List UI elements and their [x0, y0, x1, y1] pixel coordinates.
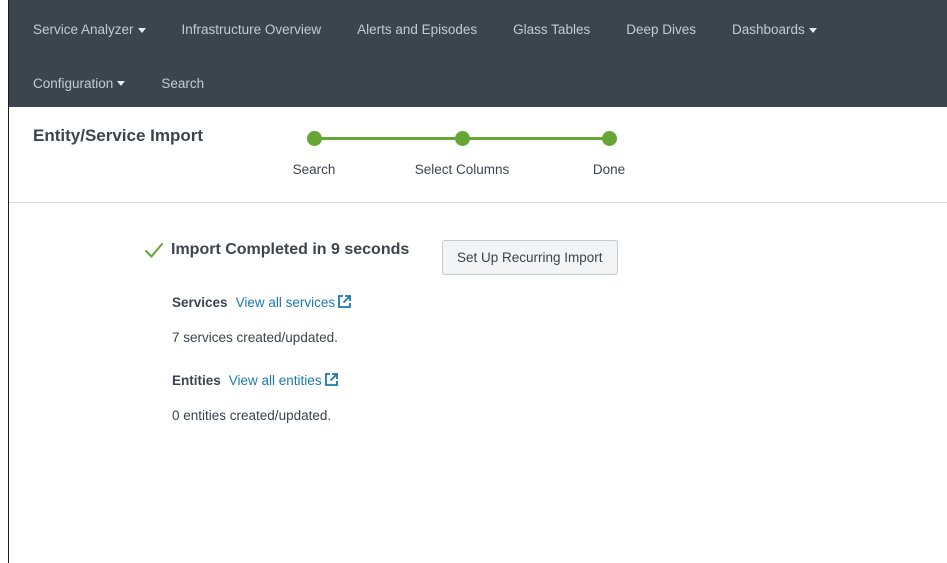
nav-alerts-and-episodes[interactable]: Alerts and Episodes [339, 23, 495, 37]
step-connector [314, 137, 462, 140]
external-link-icon [324, 372, 338, 386]
entities-summary: 0 entities created/updated. [172, 408, 332, 423]
set-up-recurring-import-button[interactable]: Set Up Recurring Import [442, 240, 618, 275]
import-result-panel: Import Completed in 9 seconds Set Up Rec… [9, 203, 947, 563]
nav-label: Deep Dives [626, 22, 696, 38]
nav-label: Infrastructure Overview [181, 22, 322, 38]
step-dot-complete [602, 131, 617, 146]
nav-glass-tables[interactable]: Glass Tables [495, 23, 608, 37]
view-all-entities-link[interactable]: View all entities [228, 372, 338, 388]
import-status-text: Import Completed in 9 seconds [171, 241, 410, 258]
services-summary: 7 services created/updated. [172, 330, 338, 345]
external-link-icon [338, 294, 352, 308]
step-connector [462, 137, 609, 140]
nav-service-analyzer[interactable]: Service Analyzer [9, 23, 164, 37]
nav-label: Configuration [33, 75, 114, 91]
view-all-services-link[interactable]: View all services [235, 294, 352, 310]
step-label-done: Done [592, 162, 626, 177]
checkmark-icon [145, 243, 163, 258]
import-stepper: Search Select Columns Done [9, 107, 947, 202]
nav-label: Dashboards [732, 22, 805, 38]
step-label-select-columns: Select Columns [414, 162, 510, 177]
nav-label: Glass Tables [513, 22, 591, 38]
nav-label: Search [161, 75, 205, 91]
link-text: View all entities [228, 373, 322, 388]
caret-down-icon [117, 81, 126, 86]
nav-dashboards[interactable]: Dashboards [714, 23, 835, 37]
nav-label: Alerts and Episodes [357, 22, 478, 38]
link-text: View all services [235, 295, 336, 310]
top-navigation: Service Analyzer Infrastructure Overview… [9, 0, 947, 107]
entities-section-header: Entities View all entities [172, 372, 338, 388]
entities-label: Entities [172, 373, 221, 388]
caret-down-icon [808, 27, 817, 33]
page-header: Entity/Service Import Search Select Colu… [9, 107, 947, 203]
nav-label: Service Analyzer [33, 22, 134, 38]
step-label-search: Search [292, 162, 336, 177]
nav-configuration[interactable]: Configuration [9, 77, 143, 91]
caret-down-icon [137, 27, 146, 33]
nav-search[interactable]: Search [143, 77, 222, 91]
nav-deep-dives[interactable]: Deep Dives [608, 23, 714, 37]
step-dot-complete [307, 131, 322, 146]
step-dot-complete [455, 131, 470, 146]
services-label: Services [172, 295, 228, 310]
nav-row-secondary: Configuration Search [9, 60, 222, 107]
nav-infrastructure-overview[interactable]: Infrastructure Overview [164, 23, 340, 37]
app-frame: Service Analyzer Infrastructure Overview… [8, 0, 947, 563]
import-status: Import Completed in 9 seconds [144, 240, 409, 260]
nav-row-primary: Service Analyzer Infrastructure Overview… [9, 0, 835, 60]
services-section-header: Services View all services [172, 294, 352, 310]
